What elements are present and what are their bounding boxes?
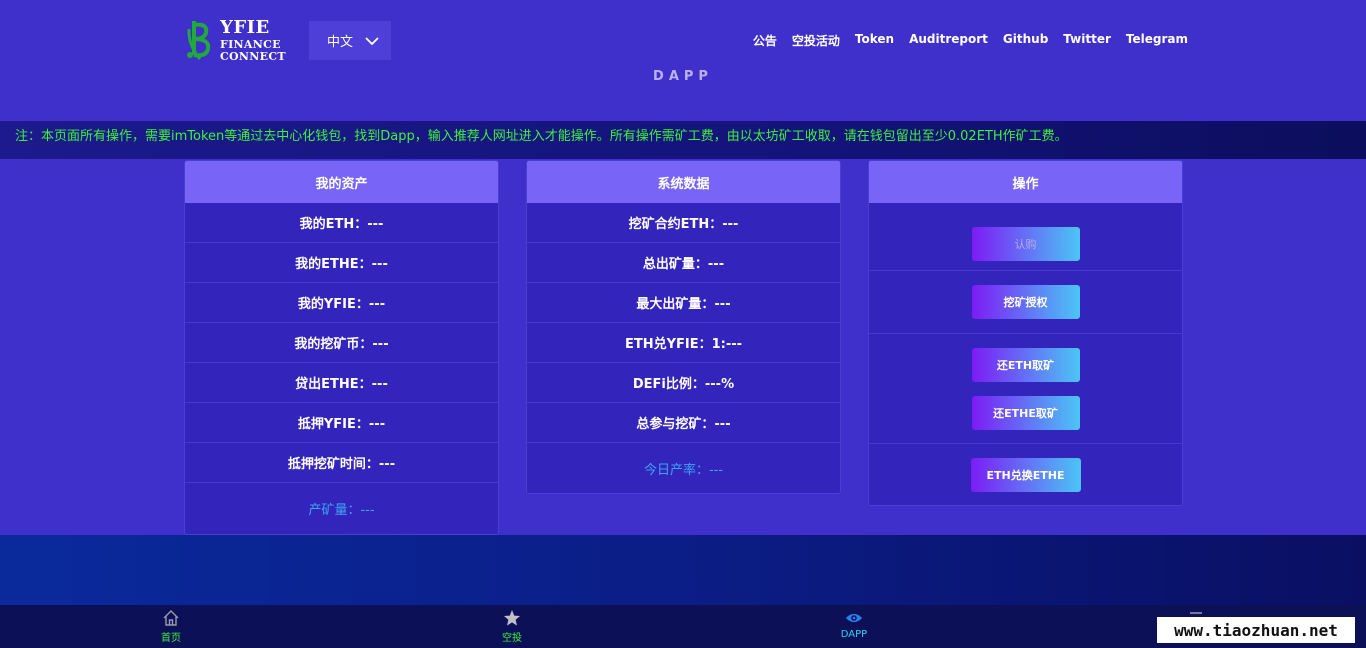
bottom-nav-home[interactable]: 首页 xyxy=(131,609,211,644)
panel-title: 操作 xyxy=(869,161,1182,203)
star-icon xyxy=(504,610,520,626)
system-row: 总出矿量：--- xyxy=(527,243,840,283)
asset-output: 产矿量：--- xyxy=(308,502,375,518)
ops-section-auth: 挖矿授权 xyxy=(869,271,1182,334)
system-row: 最大出矿量：--- xyxy=(527,283,840,323)
logo-icon xyxy=(187,21,211,60)
ops-section-exchange: ETH兑换ETHE xyxy=(869,444,1182,505)
language-select[interactable]: 中文 xyxy=(309,21,391,60)
chevron-down-icon xyxy=(365,36,379,45)
exchange-eth-ethe-button[interactable]: ETH兑换ETHE xyxy=(970,457,1081,492)
system-row: ETH兑YFIE：1:--- xyxy=(527,323,840,363)
nav-airdrop-activity[interactable]: 空投活动 xyxy=(792,32,840,49)
asset-row: 我的ETHE：--- xyxy=(185,243,498,283)
asset-row: 抵押YFIE：--- xyxy=(185,403,498,443)
mining-auth-button[interactable]: 挖矿授权 xyxy=(971,285,1080,319)
lower-band xyxy=(0,535,1366,605)
watermark: www.tiaozhuan.net xyxy=(1157,617,1355,643)
header: YFIE FINANCE CONNECT 中文 公告 空投活动 Token Au… xyxy=(0,0,1366,120)
logo[interactable]: YFIE FINANCE CONNECT xyxy=(186,17,296,63)
system-row: 总参与挖矿：--- xyxy=(527,403,840,443)
nav-token[interactable]: Token xyxy=(855,32,894,49)
bottom-nav-home-label: 首页 xyxy=(161,633,181,644)
panel-title: 系统数据 xyxy=(527,161,840,203)
nav-github[interactable]: Github xyxy=(1003,32,1048,49)
logo-line-2: FINANCE xyxy=(220,37,281,51)
nav-twitter[interactable]: Twitter xyxy=(1063,32,1111,49)
panel-title: 我的资产 xyxy=(185,161,498,203)
logo-line-3: CONNECT xyxy=(220,49,286,63)
operations-panel: 操作 认购 挖矿授权 还ETH取矿 还ETHE取矿 ETH兑换ETHE xyxy=(868,160,1183,506)
my-assets-panel: 我的资产 我的ETH：--- 我的ETHE：--- 我的YFIE：--- 我的挖… xyxy=(184,160,499,535)
nav-telegram[interactable]: Telegram xyxy=(1126,32,1188,49)
asset-row: 我的挖矿币：--- xyxy=(185,323,498,363)
asset-row: 我的ETH：--- xyxy=(185,203,498,243)
bottom-nav-airdrop[interactable]: 空投 xyxy=(472,609,552,644)
system-data-panel: 系统数据 挖矿合约ETH：--- 总出矿量：--- 最大出矿量：--- ETH兑… xyxy=(526,160,841,494)
subscribe-button[interactable]: 认购 xyxy=(971,226,1080,261)
ops-section-subscribe: 认购 xyxy=(869,203,1182,271)
home-icon xyxy=(163,610,179,626)
nav-announcement[interactable]: 公告 xyxy=(753,32,777,49)
system-row: 挖矿合约ETH：--- xyxy=(527,203,840,243)
repay-ethe-button[interactable]: 还ETHE取矿 xyxy=(971,395,1080,430)
logo-wordmark: YFIE FINANCE CONNECT xyxy=(220,16,286,63)
ops-section-repay: 还ETH取矿 还ETHE取矿 xyxy=(869,334,1182,444)
eye-icon xyxy=(845,613,863,623)
asset-row: 我的YFIE：--- xyxy=(185,283,498,323)
section-title: DAPP xyxy=(653,69,713,84)
bottom-nav-airdrop-label: 空投 xyxy=(502,633,522,644)
asset-row: 抵押挖矿时间：--- xyxy=(185,443,498,483)
asset-row: 贷出ETHE：--- xyxy=(185,363,498,403)
repay-eth-button[interactable]: 还ETH取矿 xyxy=(971,347,1080,382)
system-row: DEFi比例：---% xyxy=(527,363,840,403)
bottom-nav-dapp-label: DAPP xyxy=(840,629,868,640)
bottom-nav-dapp[interactable]: DAPP xyxy=(814,609,894,640)
top-nav: 公告 空投活动 Token Auditreport Github Twitter… xyxy=(753,32,1188,49)
notice-banner: 注：本页面所有操作，需要imToken等通过去中心化钱包，找到Dapp，输入推荐… xyxy=(0,121,1366,159)
daily-yield: 今日产率：--- xyxy=(643,462,724,478)
nav-auditreport[interactable]: Auditreport xyxy=(909,32,988,49)
language-value: 中文 xyxy=(327,35,354,50)
logo-line-1: YFIE xyxy=(220,16,270,38)
